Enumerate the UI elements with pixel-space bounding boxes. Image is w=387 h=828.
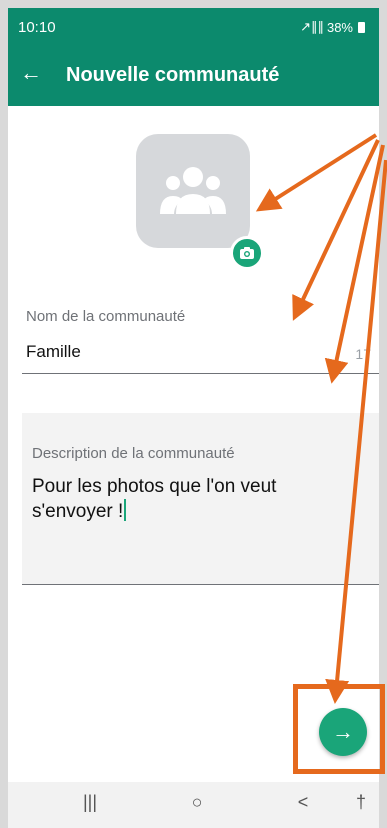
status-time: 10:10 — [18, 19, 56, 36]
description-text: Pour les photos que l'on veut s'envoyer … — [32, 476, 277, 522]
battery-icon — [358, 21, 365, 33]
camera-button[interactable] — [230, 236, 264, 270]
group-icon — [160, 167, 226, 214]
annotation-highlight-box — [293, 684, 385, 774]
accessibility-icon[interactable]: † — [346, 792, 376, 813]
name-char-counter: 17 — [355, 346, 371, 362]
status-icons: ↗∥∥ 38% — [300, 19, 365, 35]
system-nav-bar: ||| ○ < † — [8, 782, 379, 828]
name-field-underline — [22, 373, 379, 374]
page-title: Nouvelle communauté — [66, 64, 280, 86]
app-bar: ← Nouvelle communauté — [8, 46, 379, 106]
home-icon[interactable]: ○ — [182, 792, 212, 813]
description-field-label: Description de la communauté — [32, 445, 235, 462]
status-bar: 10:10 ↗∥∥ 38% — [8, 8, 379, 46]
text-caret — [124, 499, 127, 521]
description-field-input[interactable]: Pour les photos que l'on veut s'envoyer … — [32, 475, 352, 524]
community-photo-placeholder[interactable] — [136, 134, 250, 248]
back-arrow-icon[interactable]: ← — [16, 58, 46, 88]
signal-icon: ↗∥∥ — [300, 19, 324, 34]
name-field-label: Nom de la communauté — [26, 308, 186, 325]
nav-back-icon[interactable]: < — [288, 792, 318, 813]
camera-icon — [240, 247, 254, 259]
recents-icon[interactable]: ||| — [75, 792, 105, 813]
battery-percent: 38% — [326, 19, 353, 35]
description-field[interactable]: Description de la communauté Pour les ph… — [22, 413, 379, 585]
name-field-input[interactable]: Famille — [26, 342, 81, 362]
